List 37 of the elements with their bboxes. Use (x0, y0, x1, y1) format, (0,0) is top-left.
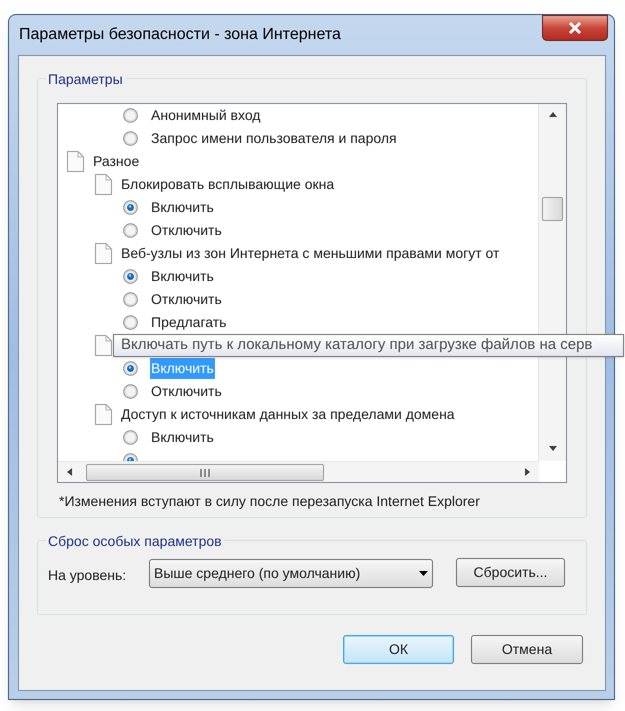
setting-label: Доступ к источникам данных за пределами домена (121, 405, 455, 424)
document-icon (95, 335, 112, 356)
radio-button[interactable] (123, 384, 138, 399)
radio-button[interactable] (123, 223, 138, 238)
scroll-thumb[interactable] (86, 464, 324, 481)
radio-button[interactable] (123, 315, 138, 330)
scroll-left-icon[interactable] (67, 468, 72, 476)
scroll-down-icon[interactable] (549, 446, 557, 451)
ok-button[interactable]: ОК (343, 635, 454, 664)
radio-button[interactable] (123, 200, 138, 215)
close-icon (568, 22, 582, 34)
dropdown-arrow-icon (419, 571, 428, 576)
document-icon (95, 243, 112, 264)
document-icon (95, 174, 112, 195)
setting-label: Блокировать всплывающие окна (121, 175, 334, 194)
document-icon (95, 404, 112, 425)
restart-note: *Изменения вступают в силу после перезапуска Internet Explorer (59, 492, 481, 511)
level-label: На уровень: (48, 566, 128, 585)
level-dropdown[interactable]: Выше среднего (по умолчанию) (149, 559, 433, 588)
scroll-thumb[interactable] (542, 197, 563, 221)
radio-button[interactable] (123, 361, 138, 376)
radio-button[interactable] (123, 430, 138, 445)
cancel-button[interactable]: Отмена (471, 635, 583, 664)
radio-button[interactable] (123, 108, 138, 123)
reset-button[interactable]: Сбросить... (456, 558, 565, 587)
document-icon (67, 151, 84, 172)
tooltip: Включать путь к локальному каталогу при загрузке файлов на серв (113, 334, 624, 357)
grip-icon (200, 468, 210, 476)
window-title: Параметры безопасности - зона Интернета (19, 25, 341, 45)
radio-button[interactable] (123, 269, 138, 284)
setting-label: Разное (93, 152, 140, 171)
radio-button[interactable] (123, 292, 138, 307)
setting-label: Веб-узлы из зон Интернета с меньшими правами могут от (121, 244, 500, 263)
scroll-right-icon[interactable] (525, 468, 530, 476)
close-button[interactable] (542, 15, 608, 41)
radio-button[interactable] (123, 131, 138, 146)
scroll-up-icon[interactable] (549, 112, 557, 117)
